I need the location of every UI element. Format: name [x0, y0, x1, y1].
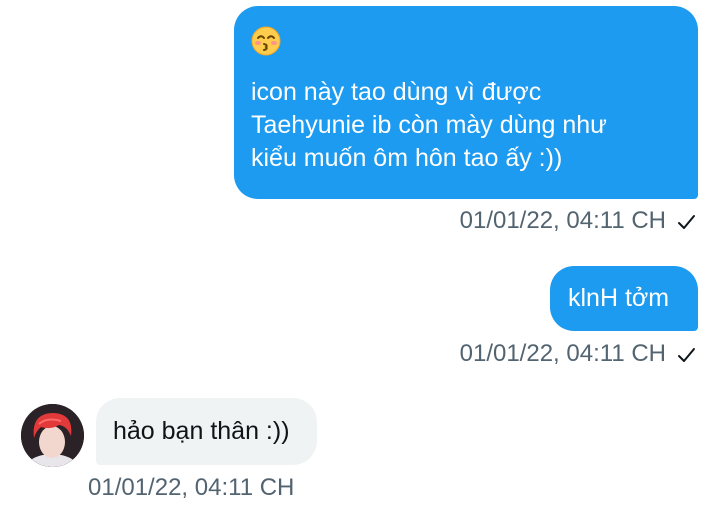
- checkmark-icon: [676, 211, 696, 231]
- message-timestamp: 01/01/22, 04:11 CH: [88, 474, 295, 501]
- message-timestamp: 01/01/22, 04:11 CH: [459, 207, 666, 234]
- message-bubble-sent[interactable]: icon này tao dùng vì được Taehyunie ib c…: [234, 6, 698, 199]
- message-meta: 01/01/22, 04:11 CH: [460, 340, 696, 368]
- message-bubble-received[interactable]: hảo bạn thân :)): [96, 398, 317, 465]
- message-meta: 01/01/22, 04:11 CH: [88, 474, 294, 502]
- message-text-line: icon này tao dùng vì được: [251, 78, 542, 106]
- message-meta: 01/01/22, 04:11 CH: [460, 207, 696, 235]
- checkmark-icon: [676, 344, 696, 364]
- message-text-line: Taehyunie ib còn mày dùng như: [251, 111, 607, 139]
- message-bubble-sent[interactable]: klnH tởm: [550, 266, 698, 331]
- kissing-face-emoji-icon: [251, 26, 281, 56]
- message-timestamp: 01/01/22, 04:11 CH: [459, 340, 666, 367]
- profile-avatar[interactable]: [21, 404, 84, 467]
- message-text-line: kiểu muốn ôm hôn tao ấy :)): [251, 144, 563, 172]
- message-text: hảo bạn thân :)): [113, 417, 290, 445]
- message-text: klnH tởm: [568, 284, 670, 312]
